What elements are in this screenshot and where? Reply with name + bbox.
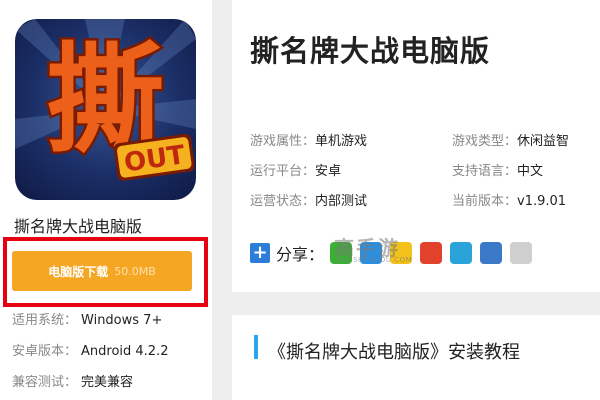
tencent-weibo-icon[interactable] <box>450 242 473 264</box>
app-icon-artwork: 撕 撕 OUT <box>15 19 196 181</box>
tutorial-section: 《撕名牌大战电脑版》安装教程 <box>232 315 600 400</box>
pc-download-button[interactable]: 电脑版下载 50.0MB <box>12 251 192 291</box>
attr-game-type: 游戏类型：休闲益智 <box>452 134 570 149</box>
watermark: 高手游 GAOSHOUYOU.COM <box>318 230 438 270</box>
attr-version: 当前版本：v1.9.01 <box>452 194 567 209</box>
share-plus-icon[interactable]: + <box>250 243 270 263</box>
share-label: 分享： <box>276 245 325 264</box>
spec-row-system: 适用系统： Windows 7+ <box>12 313 163 328</box>
watermark-sub: GAOSHOUYOU.COM <box>336 256 413 264</box>
download-size: 50.0MB <box>114 264 156 278</box>
attr-platform: 运行平台：安卓 <box>250 164 342 179</box>
app-icon[interactable]: 撕 撕 OUT <box>15 19 196 200</box>
spec-row-compat: 兼容测试： 完美兼容 <box>12 375 134 390</box>
copy-icon[interactable] <box>510 242 533 264</box>
attr-language: 支持语言：中文 <box>452 164 544 179</box>
section-accent-bar <box>254 335 258 359</box>
print-icon[interactable] <box>480 242 503 264</box>
attr-status: 运营状态：内部测试 <box>250 194 368 209</box>
attr-game-property: 游戏属性：单机游戏 <box>250 134 368 149</box>
section-title[interactable]: 《撕名牌大战电脑版》安装教程 <box>268 338 520 364</box>
download-label: 电脑版下载 <box>48 264 109 279</box>
left-sidebar: 撕 撕 OUT 撕名牌大战电脑版 电脑版下载 50.0MB 适用系统： Windo… <box>0 0 212 400</box>
page-title: 撕名牌大战电脑版 <box>250 34 491 68</box>
spec-row-android: 安卓版本： Android 4.2.2 <box>12 344 169 359</box>
app-name: 撕名牌大战电脑版 <box>14 217 143 236</box>
